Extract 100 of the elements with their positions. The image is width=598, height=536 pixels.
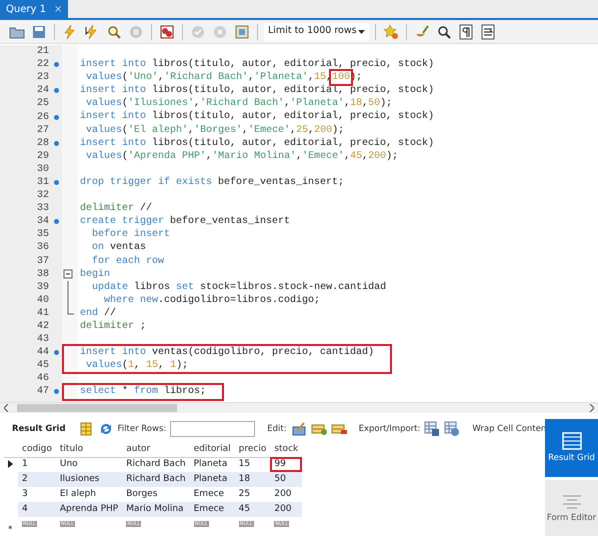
record-icon[interactable] xyxy=(158,22,176,40)
table-cell: 45 xyxy=(234,502,270,517)
code-line: where new.codigolibro=libros.codigo; xyxy=(103,294,322,307)
line-number: 37 xyxy=(36,254,49,268)
side-tab[interactable]: Result Grid xyxy=(545,419,598,476)
line-number: 42 xyxy=(36,320,49,334)
line-number: 30 xyxy=(36,162,49,176)
line-number: 35 xyxy=(36,228,49,242)
column-header[interactable]: precio xyxy=(234,442,270,457)
filter-field[interactable] xyxy=(170,421,256,437)
form-icon xyxy=(560,494,582,510)
table-cell: Richard Bach xyxy=(122,457,190,472)
edit-label: Edit: xyxy=(267,422,287,436)
table-cell: Aprenda PHP xyxy=(56,502,122,517)
import-icon[interactable] xyxy=(444,420,460,438)
limit-dropdown[interactable]: Limit to 1000 rows xyxy=(264,22,369,40)
export-icon[interactable] xyxy=(424,420,440,438)
line-number: 39 xyxy=(36,280,49,294)
table-cell: El aleph xyxy=(56,487,122,502)
line-number: 38 xyxy=(36,268,49,281)
line-number: 41 xyxy=(36,306,49,320)
toggle-icon[interactable] xyxy=(233,22,251,40)
line-number: 26 xyxy=(36,110,49,124)
new-row-marker: * xyxy=(4,517,18,536)
code-line: insert into ventas(codigolibro, precio, cantidad) xyxy=(80,346,374,360)
code-line: insert into libros(titulo, autor, editorial, precio, stock) xyxy=(80,136,436,150)
code-line: insert into libros(titulo, autor, editorial, precio, stock) xyxy=(80,84,436,98)
line-number: 29 xyxy=(36,150,49,163)
edit-row-icon[interactable] xyxy=(290,420,307,438)
table-cell: 18 xyxy=(234,472,270,487)
code-line: values('Ilusiones','Richard Bach','Planeta',18,50); xyxy=(85,97,394,110)
table-cell: Emece xyxy=(190,487,235,502)
line-number: 28 xyxy=(36,136,49,150)
fold-icon[interactable] xyxy=(62,268,74,281)
line-number: 27 xyxy=(36,124,49,137)
table-cell: Ilusiones xyxy=(56,472,122,487)
table-cell: Planeta xyxy=(190,457,235,472)
table-cell: Emece xyxy=(190,502,235,517)
code-line: insert into libros(titulo, autor, editorial, precio, stock) xyxy=(80,110,436,124)
line-number: 21 xyxy=(36,45,49,58)
line-number: 32 xyxy=(36,189,49,202)
table-cell: 50 xyxy=(270,472,302,487)
table-cell: 3 xyxy=(18,487,56,502)
line-number: 47 xyxy=(36,385,49,398)
line-number: 46 xyxy=(36,372,49,386)
code-line: insert into libros(titulo, autor, editorial, precio, stock) xyxy=(80,58,436,72)
line-number: 33 xyxy=(36,202,49,216)
export-import-label: Export/Import: xyxy=(358,422,420,436)
code-line: values('Aprenda PHP','Mario Molina','Emece',45,200); xyxy=(85,150,400,163)
table-cell: Borges xyxy=(122,487,190,502)
caret-icon xyxy=(358,30,365,34)
table-cell: 15 xyxy=(234,457,270,472)
table-cell: 4 xyxy=(18,502,56,517)
code-line: values(1, 15, 1); xyxy=(85,359,190,372)
table-cell: Planeta xyxy=(190,472,235,487)
column-header[interactable]: titulo xyxy=(56,442,122,457)
table-cell: Uno xyxy=(56,457,122,472)
table-cell: 200 xyxy=(270,502,302,517)
line-number: 44 xyxy=(36,346,49,360)
table-cell: 25 xyxy=(234,487,270,502)
highlight-frame: 100 xyxy=(332,72,350,84)
line-number: 36 xyxy=(36,241,49,254)
column-header[interactable]: stock xyxy=(270,442,302,457)
line-number: 22 xyxy=(36,58,49,72)
column-header[interactable]: editorial xyxy=(190,442,235,457)
line-number: 43 xyxy=(36,333,49,346)
line-number: 31 xyxy=(36,176,49,189)
wrap-icon[interactable] xyxy=(479,22,497,40)
code-line: on ventas xyxy=(91,241,148,254)
result-grid-label: Result Grid xyxy=(12,422,66,436)
query-tab[interactable]: Query 1 × xyxy=(0,0,68,18)
side-tab[interactable]: Form Editor xyxy=(545,480,598,536)
line-number: 25 xyxy=(36,97,49,110)
table-cell: 2 xyxy=(18,472,56,487)
line-number: 24 xyxy=(36,84,49,98)
code-line: before insert xyxy=(91,228,172,242)
code-line: for each row xyxy=(91,254,166,268)
code-line: create trigger before_ventas_insert xyxy=(80,215,292,228)
filter-label: Filter Rows: xyxy=(118,422,166,436)
code-line: select * from libros; xyxy=(80,385,206,399)
star-icon[interactable] xyxy=(382,22,400,40)
code-line: delimiter ; xyxy=(80,320,148,334)
code-line: update libros set stock=libros.stock-new.cantidad xyxy=(91,280,388,294)
table-cell: 1 xyxy=(18,457,56,472)
table-cell: Mario Molina xyxy=(122,502,190,517)
code-line: begin xyxy=(80,268,112,281)
table-cell: Richard Bach xyxy=(122,472,190,487)
line-number: 40 xyxy=(36,294,49,307)
grid-icon[interactable] xyxy=(78,420,94,438)
line-number: 23 xyxy=(36,71,49,84)
code-line: drop trigger if exists before_ventas_insert; xyxy=(80,176,346,190)
horizontal-scrollbar[interactable] xyxy=(0,402,598,413)
pilcrow-icon[interactable] xyxy=(457,22,475,40)
line-number: 45 xyxy=(36,359,49,372)
column-header[interactable]: autor xyxy=(122,442,190,457)
code-line: delimiter // xyxy=(80,202,154,216)
code-line: values('El aleph','Borges','Emece',25,200); xyxy=(85,124,346,137)
scrollbar-thumb[interactable] xyxy=(17,404,177,412)
column-header[interactable]: codigo xyxy=(18,442,56,457)
row-pointer-icon xyxy=(8,459,13,469)
